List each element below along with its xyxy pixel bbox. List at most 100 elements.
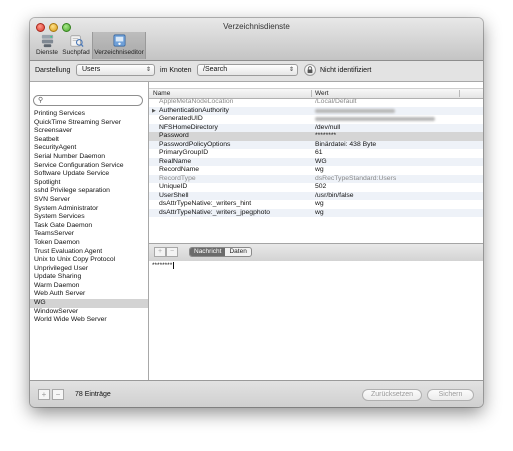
table-row[interactable]: PrimaryGroupID 61: [149, 149, 483, 158]
table-row[interactable]: AppleMetaNodeLocation /Local/Default: [149, 98, 483, 107]
remove-record-button[interactable]: −: [52, 389, 64, 400]
table-row[interactable]: ▶ AuthenticationAuthority: [149, 106, 483, 116]
attribute-value: Binärdatei: 438 Byte: [315, 140, 377, 148]
attribute-name: AppleMetaNodeLocation: [159, 98, 234, 105]
table-row[interactable]: RecordName wg: [149, 166, 483, 175]
list-item[interactable]: Spotlight: [30, 179, 148, 188]
node-label: im Knoten: [160, 67, 192, 74]
toolbar-services[interactable]: Dienste: [34, 32, 60, 59]
attribute-value: /Local/Default: [315, 98, 357, 105]
node-popup[interactable]: /Search ⇕: [197, 64, 298, 76]
attribute-name: AuthenticationAuthority: [159, 106, 229, 114]
revert-button[interactable]: Zurücksetzen: [362, 389, 422, 401]
list-item[interactable]: System Administrator: [30, 205, 148, 214]
attribute-name: PasswordPolicyOptions: [159, 140, 231, 148]
table-row[interactable]: UserShell /usr/bin/false: [149, 191, 483, 200]
table-row[interactable]: UniqueID 502: [149, 183, 483, 192]
search-path-icon: [70, 35, 84, 48]
record-search-field[interactable]: ⚲: [33, 95, 143, 106]
add-value-button[interactable]: +: [154, 247, 166, 257]
table-row[interactable]: dsAttrTypeNative:_writers_hint wg: [149, 200, 483, 209]
attribute-name: dsAttrTypeNative:_writers_hint: [159, 200, 252, 207]
list-item[interactable]: sshd Privilege separation: [30, 187, 148, 196]
list-item[interactable]: Task Gate Daemon: [30, 222, 148, 231]
attribute-table-area: Name Wert AppleMetaNodeLocation /Local/D…: [149, 82, 483, 380]
toolbar-services-label: Dienste: [35, 49, 59, 56]
attribute-name: UserShell: [159, 191, 189, 199]
node-popup-value: /Search: [203, 66, 228, 73]
display-popup[interactable]: Users ⇕: [76, 64, 155, 76]
tab-data[interactable]: Daten: [225, 248, 250, 256]
table-row[interactable]: RealName WG: [149, 157, 483, 166]
toolbar-search-path[interactable]: Suchpfad: [61, 32, 91, 59]
list-item[interactable]: Trust Evaluation Agent: [30, 248, 148, 257]
attribute-name: UniqueID: [159, 183, 188, 190]
attribute-value: dsRecTypeStandard:Users: [315, 174, 397, 182]
list-item[interactable]: Printing Services: [30, 110, 148, 119]
scope-bar: Darstellung Users ⇕ im Knoten /Search ⇕ …: [30, 61, 483, 82]
attribute-name: dsAttrTypeNative:_writers_jpegphoto: [159, 208, 271, 216]
column-header-name[interactable]: Name: [153, 89, 170, 98]
popup-arrows-icon: ⇕: [145, 67, 151, 73]
list-item[interactable]: Web Auth Server: [30, 290, 148, 299]
text-caret: [173, 262, 175, 269]
tab-message[interactable]: Nachricht: [190, 248, 226, 256]
attribute-name: RecordName: [159, 166, 200, 173]
table-row[interactable]: PasswordPolicyOptions Binärdatei: 438 By…: [149, 140, 483, 149]
directory-utility-window: Verzeichnisdienste Dienste Suchpfad Verz…: [30, 18, 483, 407]
toolbar-directory-editor[interactable]: Verzeichniseditor: [92, 32, 146, 59]
record-list: Printing Services QuickTime Streaming Se…: [30, 110, 148, 325]
list-item[interactable]: SecurityAgent: [30, 144, 148, 153]
list-item[interactable]: Update Sharing: [30, 273, 148, 282]
list-item[interactable]: Unix to Unix Copy Protocol: [30, 256, 148, 265]
attribute-value: ********: [315, 132, 337, 139]
window-title: Verzeichnisdienste: [223, 22, 290, 31]
attribute-name: PrimaryGroupID: [159, 149, 209, 156]
redacted-value: [315, 108, 395, 113]
list-item[interactable]: Token Daemon: [30, 239, 148, 248]
attribute-value: wg: [315, 166, 324, 173]
value-detail-editor[interactable]: ********: [149, 261, 483, 380]
list-item[interactable]: SVN Server: [30, 196, 148, 205]
table-row[interactable]: NFSHomeDirectory /dev/null: [149, 123, 483, 132]
table-row[interactable]: GeneratedUID: [149, 115, 483, 124]
toolbar-directory-editor-label: Verzeichniseditor: [94, 49, 144, 56]
column-divider: [459, 90, 460, 97]
lock-icon: [307, 66, 313, 73]
add-record-button[interactable]: +: [38, 389, 50, 400]
list-item[interactable]: WindowServer: [30, 308, 148, 317]
auth-status: Nicht identifiziert: [320, 67, 372, 74]
toolbar-search-path-label: Suchpfad: [62, 49, 90, 56]
list-item[interactable]: World Wide Web Server: [30, 316, 148, 325]
bottom-bar: + − 78 Einträge Zurücksetzen Sichern: [30, 380, 483, 407]
list-item[interactable]: Seatbelt: [30, 136, 148, 145]
table-row[interactable]: RecordType dsRecTypeStandard:Users: [149, 174, 483, 183]
list-item[interactable]: Unprivileged User: [30, 265, 148, 274]
list-item[interactable]: Serial Number Daemon: [30, 153, 148, 162]
remove-value-button[interactable]: −: [166, 247, 178, 257]
list-item[interactable]: Screensaver: [30, 127, 148, 136]
attribute-name: Password: [159, 132, 189, 139]
disclosure-triangle-icon[interactable]: ▶: [152, 107, 156, 116]
list-item[interactable]: Software Update Service: [30, 170, 148, 179]
list-item[interactable]: Warm Daemon: [30, 282, 148, 291]
list-item[interactable]: System Services: [30, 213, 148, 222]
display-popup-value: Users: [82, 66, 101, 73]
list-item[interactable]: QuickTime Streaming Server: [30, 119, 148, 128]
save-button[interactable]: Sichern: [427, 389, 474, 401]
services-icon: [41, 34, 53, 48]
title-bar: Verzeichnisdienste Dienste Suchpfad Verz…: [30, 18, 483, 61]
attribute-name: GeneratedUID: [159, 115, 203, 122]
attribute-value: wg: [315, 208, 324, 216]
popup-arrows-icon: ⇕: [288, 67, 294, 73]
table-row[interactable]: dsAttrTypeNative:_writers_jpegphoto wg: [149, 208, 483, 217]
table-row-selected[interactable]: Password ********: [149, 132, 483, 141]
list-item-selected[interactable]: WG: [30, 299, 148, 308]
attribute-value: WG: [315, 157, 327, 165]
lock-button[interactable]: [304, 64, 316, 76]
column-header-value[interactable]: Wert: [315, 89, 329, 98]
attribute-value: /usr/bin/false: [315, 191, 354, 199]
redacted-value: [315, 117, 435, 121]
list-item[interactable]: TeamsServer: [30, 230, 148, 239]
list-item[interactable]: Service Configuration Service: [30, 162, 148, 171]
